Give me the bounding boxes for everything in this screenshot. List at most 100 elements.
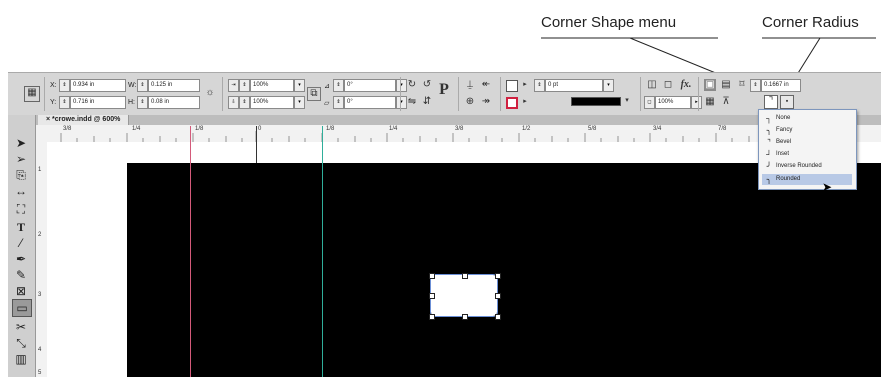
rotate-cw-icon[interactable]: ↻ xyxy=(406,79,418,91)
menu-item-none[interactable]: ┐ None xyxy=(762,113,852,124)
h-stepper[interactable]: ⇕ xyxy=(137,96,148,109)
fit-frame-icon[interactable]: ◻ xyxy=(662,79,674,91)
stroke-dropdown-icon[interactable]: ▸ xyxy=(519,96,531,108)
menu-item-label: Inverse Rounded xyxy=(776,163,822,169)
gap-tool-icon[interactable]: ↔ xyxy=(12,183,30,199)
scale-x-field[interactable]: ⇥ ⇕ 100% ▾ xyxy=(228,79,305,92)
rotation-stepper[interactable]: ⇕ xyxy=(333,79,344,92)
content-collector-tool-icon[interactable]: ⛶ xyxy=(12,201,30,217)
type-tool-icon[interactable]: T xyxy=(12,219,30,235)
selection-handle[interactable] xyxy=(429,273,435,279)
scale-y-stepper[interactable]: ⇕ xyxy=(239,96,250,109)
fx-icon[interactable]: fx. xyxy=(680,79,692,91)
separator xyxy=(400,77,401,111)
scale-y-dropdown[interactable]: ▾ xyxy=(294,96,305,109)
constrain-scale-icon[interactable]: ⧉ xyxy=(307,87,321,101)
rectangle-tool-icon[interactable]: ▭ xyxy=(12,299,32,317)
fill-swatch[interactable] xyxy=(506,80,518,92)
menu-item-rounded[interactable]: ╮ Rounded xyxy=(762,174,852,185)
menu-item-label: None xyxy=(776,115,791,121)
corner-radius-field[interactable]: ⇕ 0.1667 in xyxy=(750,79,801,92)
stroke-type-dropdown-icon[interactable]: ▾ xyxy=(621,95,633,107)
select-container-icon[interactable]: ⍊ xyxy=(464,79,476,91)
horizontal-ruler[interactable]: 3/8 1/4 1/8 0 1/8 1/4 3/8 1/2 5/8 3/4 7/… xyxy=(36,125,881,143)
flip-horizontal-icon[interactable]: ⇋ xyxy=(406,96,418,108)
corner-shape-icon[interactable]: ⌝ xyxy=(764,95,778,109)
gradient-tool-icon[interactable]: ▥ xyxy=(12,351,30,367)
stroke-weight-field[interactable]: ⇕ 0 pt ▾ xyxy=(534,79,614,92)
w-input[interactable]: 0.125 in xyxy=(148,79,200,92)
wrap-around-bbox-icon[interactable]: ▤ xyxy=(720,79,732,91)
selection-handle[interactable] xyxy=(495,293,501,299)
free-transform-tool-icon[interactable]: ⤡ xyxy=(12,335,30,351)
selection-handle[interactable] xyxy=(495,314,501,320)
menu-item-inverse-rounded[interactable]: ╯ Inverse Rounded xyxy=(762,161,852,172)
corner-shape-dropdown-icon[interactable]: ▪ xyxy=(780,95,794,109)
y-field[interactable]: Y: ⇕ 0.716 in xyxy=(50,96,126,109)
constrain-proportions-icon[interactable]: ☼ xyxy=(204,87,216,99)
selection-handle[interactable] xyxy=(429,293,435,299)
x-field[interactable]: X: ⇕ 0.934 in xyxy=(50,79,126,92)
select-content-icon[interactable]: ⊕ xyxy=(464,96,476,108)
align-top-icon[interactable]: ⊼ xyxy=(720,96,732,108)
stroke-swatch[interactable] xyxy=(506,97,518,109)
pencil-tool-icon[interactable]: ✎ xyxy=(12,267,30,283)
shear-input[interactable]: 0° xyxy=(344,96,396,109)
scale-x-dropdown[interactable]: ▾ xyxy=(294,79,305,92)
direct-selection-tool-icon[interactable]: ➢ xyxy=(12,151,30,167)
rectangle-frame-tool-icon[interactable]: ⊠ xyxy=(12,283,30,299)
y-stepper[interactable]: ⇕ xyxy=(59,96,70,109)
h-field[interactable]: H: ⇕ 0.08 in xyxy=(128,96,200,109)
scissors-tool-icon[interactable]: ✂ xyxy=(12,319,30,335)
opacity-input[interactable]: 100% xyxy=(655,96,691,109)
menu-item-inset[interactable]: ┘ Inset xyxy=(762,149,852,160)
select-next-icon[interactable]: ↠ xyxy=(480,96,492,108)
menu-item-fancy[interactable]: ╮ Fancy xyxy=(762,125,852,136)
rotation-field[interactable]: ⊿ ⇕ 0° ▾ xyxy=(324,79,407,92)
ruler-ticks-h xyxy=(60,131,750,142)
selection-handle[interactable] xyxy=(462,273,468,279)
y-input[interactable]: 0.716 in xyxy=(70,96,126,109)
page-area[interactable] xyxy=(127,163,881,377)
stroke-type-preview[interactable] xyxy=(571,97,621,106)
h-input[interactable]: 0.08 in xyxy=(148,96,200,109)
shear-stepper[interactable]: ⇕ xyxy=(333,96,344,109)
pen-tool-icon[interactable]: ✒ xyxy=(12,251,30,267)
x-input[interactable]: 0.934 in xyxy=(70,79,126,92)
stroke-weight-input[interactable]: 0 pt xyxy=(545,79,603,92)
selection-tool-icon[interactable]: ➤ xyxy=(12,135,30,151)
w-field[interactable]: W: ⇕ 0.125 in xyxy=(128,79,200,92)
fill-dropdown-icon[interactable]: ▸ xyxy=(519,79,531,91)
corner-radius-stepper[interactable]: ⇕ xyxy=(750,79,761,92)
scale-x-input[interactable]: 100% xyxy=(250,79,294,92)
reference-point-icon[interactable]: ▦ xyxy=(24,86,40,102)
selection-handle[interactable] xyxy=(462,314,468,320)
line-tool-icon[interactable]: ⁄ xyxy=(12,235,30,251)
stroke-weight-dropdown[interactable]: ▾ xyxy=(603,79,614,92)
select-previous-icon[interactable]: ↞ xyxy=(480,79,492,91)
rotate-ccw-icon[interactable]: ↺ xyxy=(421,79,433,91)
selection-handle[interactable] xyxy=(429,314,435,320)
selected-rectangle-frame[interactable] xyxy=(430,274,498,317)
w-stepper[interactable]: ⇕ xyxy=(137,79,148,92)
text-wrap-icon[interactable]: ▣ xyxy=(704,79,716,91)
x-stepper[interactable]: ⇕ xyxy=(59,79,70,92)
stroke-weight-stepper[interactable]: ⇕ xyxy=(534,79,545,92)
text-frame-options-icon[interactable]: ▦ xyxy=(704,96,716,108)
page-tool-icon[interactable]: ⎘ xyxy=(12,167,30,183)
rotation-input[interactable]: 0° xyxy=(344,79,396,92)
opacity-dropdown[interactable]: ▸ xyxy=(691,96,702,109)
scale-y-field[interactable]: ⇩ ⇕ 100% ▾ xyxy=(228,96,305,109)
selection-handle[interactable] xyxy=(495,273,501,279)
shear-field[interactable]: ▱ ⇕ 0° ▾ xyxy=(324,96,407,109)
frame-fitting-icon[interactable]: ◫ xyxy=(646,79,658,91)
corner-options-icon[interactable]: ⌑ xyxy=(736,79,748,91)
scale-x-stepper[interactable]: ⇕ xyxy=(239,79,250,92)
h-label: H: xyxy=(128,99,135,106)
flip-vertical-icon[interactable]: ⇵ xyxy=(421,96,433,108)
menu-item-bevel[interactable]: ⌝ Bevel xyxy=(762,137,852,148)
corner-radius-input[interactable]: 0.1667 in xyxy=(761,79,801,92)
opacity-field[interactable]: ◻ 100% ▸ xyxy=(644,96,702,109)
scale-y-input[interactable]: 100% xyxy=(250,96,294,109)
document-tab[interactable]: × *crowe.indd @ 600% xyxy=(38,115,130,125)
